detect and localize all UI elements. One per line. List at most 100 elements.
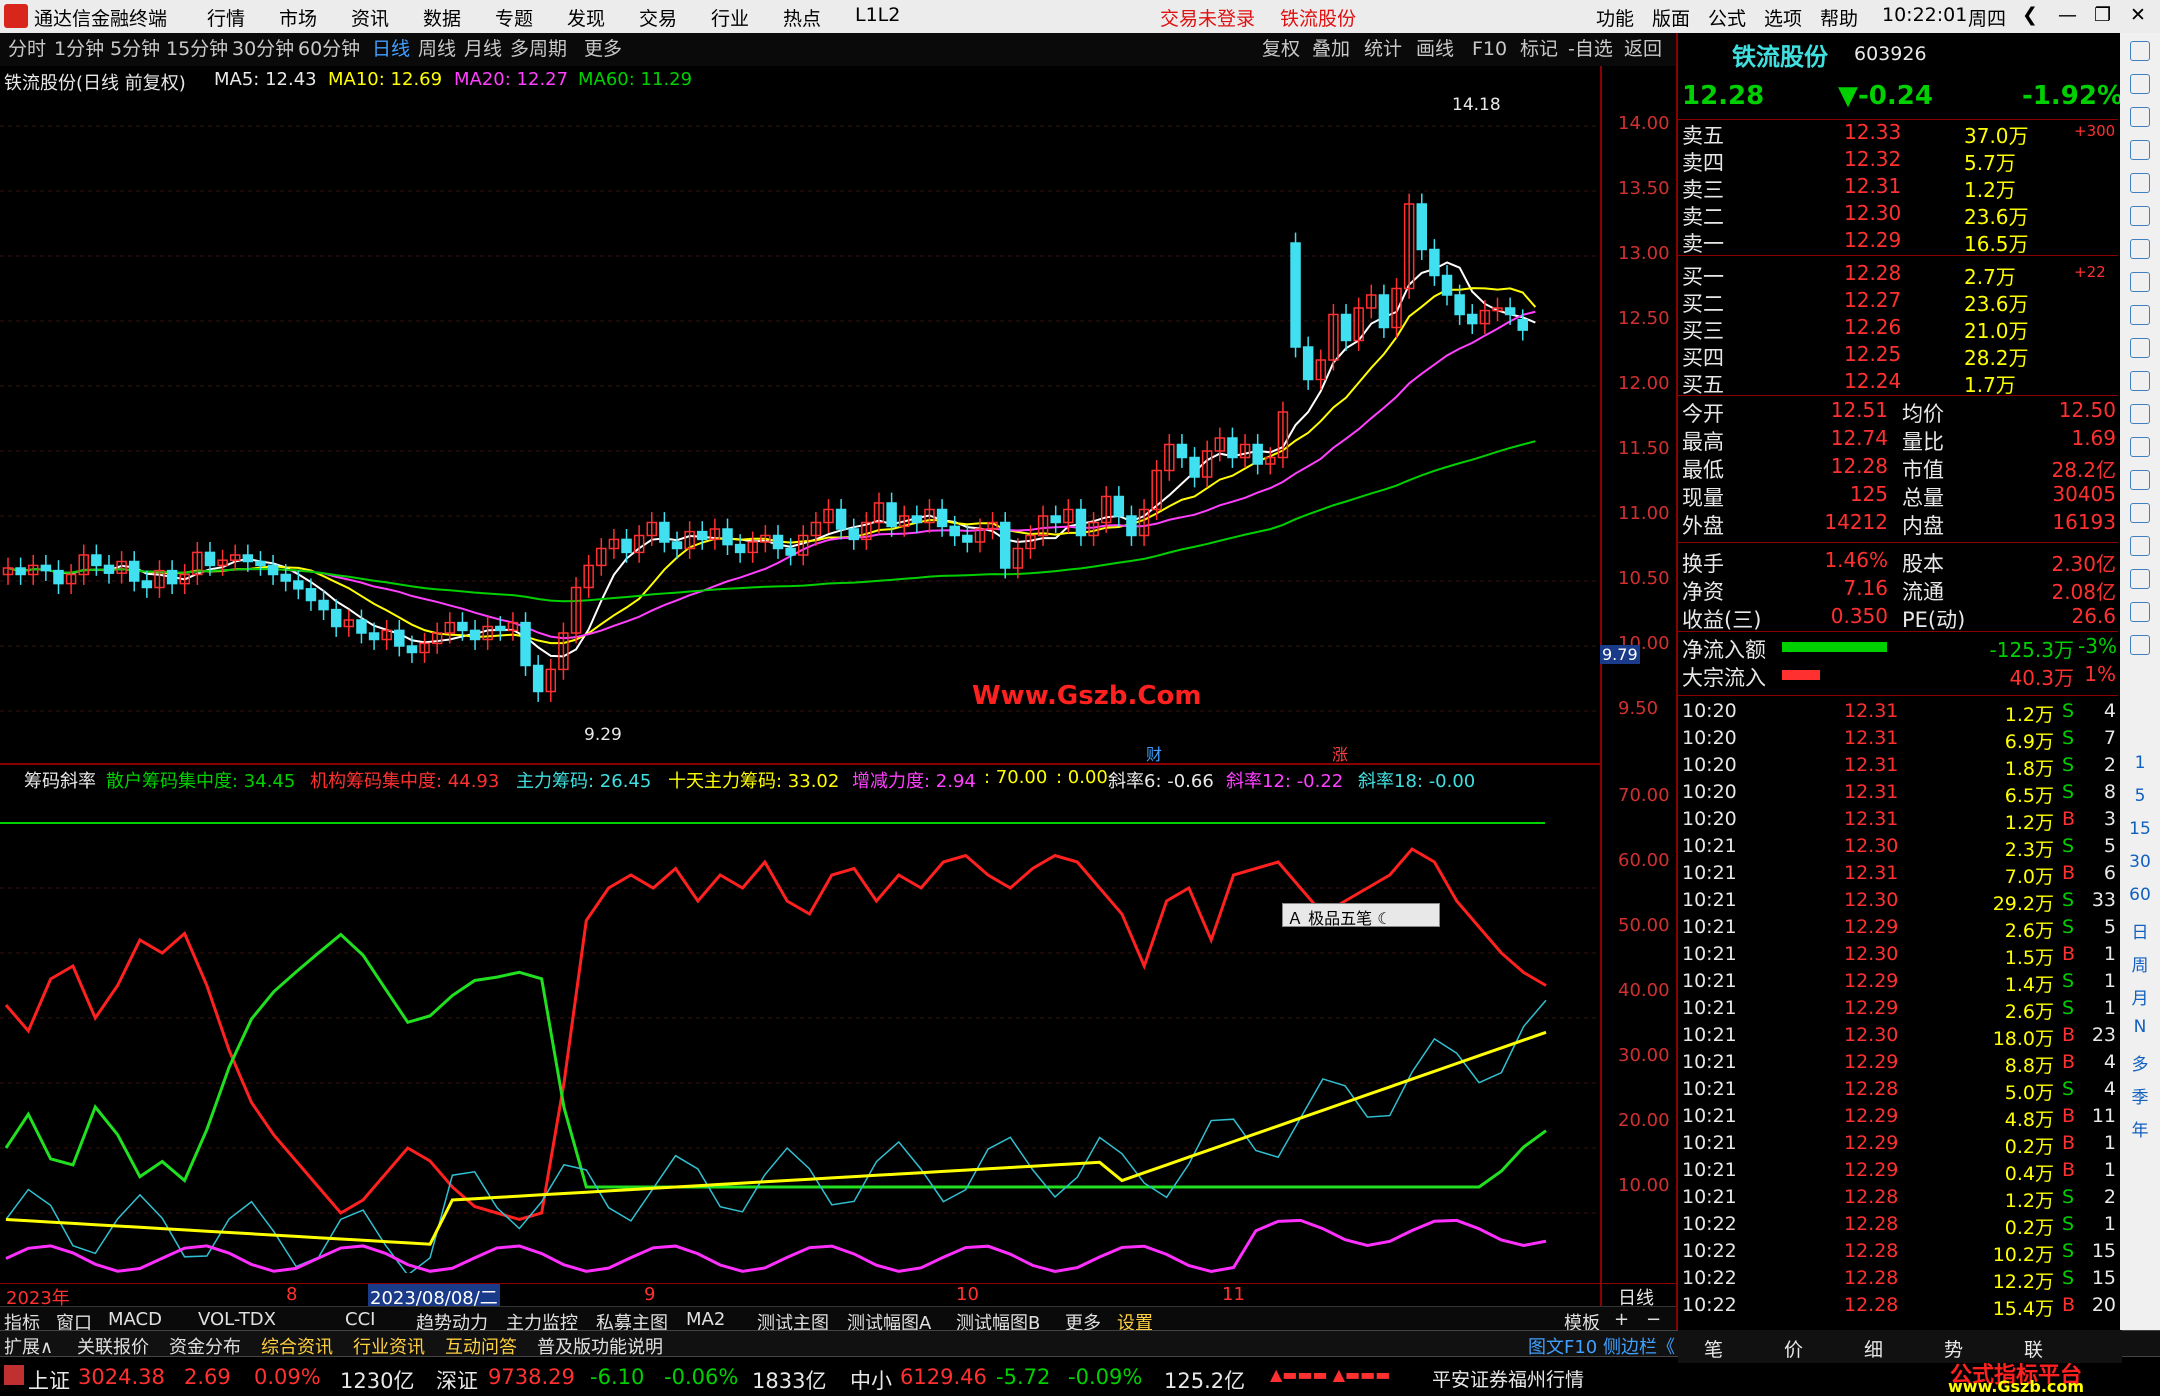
side-period-button[interactable]: 60 — [2120, 885, 2160, 905]
tool-tongji[interactable]: 统计 — [1364, 33, 1402, 66]
menu-redian[interactable]: 热点 — [783, 4, 821, 31]
quote-tab[interactable]: 价 — [1784, 1335, 1803, 1362]
indicator-tab[interactable]: MACD — [108, 1309, 162, 1330]
book-price[interactable]: 12.29 — [1844, 228, 1901, 252]
tool-huaxian[interactable]: 画线 — [1416, 33, 1454, 66]
rsi-icon[interactable] — [2130, 503, 2150, 523]
period-multi[interactable]: 多周期 — [510, 33, 567, 66]
quote-tab[interactable]: 细 — [1864, 1335, 1883, 1362]
period-1min[interactable]: 1分钟 — [54, 33, 104, 66]
book-icon[interactable] — [2130, 635, 2150, 655]
book-price[interactable]: 12.25 — [1844, 342, 1901, 366]
book-price[interactable]: 12.27 — [1844, 288, 1901, 312]
menu-banmian[interactable]: 版面 — [1652, 4, 1690, 31]
book-price[interactable]: 12.30 — [1844, 201, 1901, 225]
stock-link[interactable]: 铁流股份 — [1280, 4, 1356, 31]
book-price[interactable]: 12.32 — [1844, 147, 1901, 171]
tool-fanhui[interactable]: 返回 — [1624, 33, 1662, 66]
tool-fuquan[interactable]: 复权 — [1262, 33, 1300, 66]
side-period-button[interactable]: 多 — [2120, 1050, 2160, 1075]
menu-xuanxiang[interactable]: 选项 — [1764, 4, 1802, 31]
move-icon[interactable] — [2130, 569, 2150, 589]
menu-jiaoyi[interactable]: 交易 — [639, 4, 677, 31]
side-period-button[interactable]: 年 — [2120, 1116, 2160, 1141]
period-monthly[interactable]: 月线 — [464, 33, 502, 66]
bar-icon[interactable] — [2130, 239, 2150, 259]
period-fenshi[interactable]: 分时 — [8, 33, 46, 66]
indicator-chart[interactable] — [0, 793, 1600, 1273]
quote-tab[interactable]: 笔 — [1704, 1335, 1723, 1362]
circle-icon[interactable] — [2130, 437, 2150, 457]
ime-popup[interactable]: Ａ 极品五笔 ☾ — [1282, 903, 1440, 928]
book-price[interactable]: 12.26 — [1844, 315, 1901, 339]
book-price[interactable]: 12.24 — [1844, 369, 1901, 393]
tool-zixuan[interactable]: -自选 — [1568, 33, 1613, 66]
menu-l1l2[interactable]: L1L2 — [855, 4, 900, 26]
book-price[interactable]: 12.33 — [1844, 120, 1901, 144]
book-price[interactable]: 12.31 — [1844, 174, 1901, 198]
indicator-tab[interactable]: MA2 — [686, 1309, 725, 1330]
indicator-tab[interactable]: CCI — [345, 1309, 375, 1330]
doc-icon[interactable] — [2130, 338, 2150, 358]
back-arrow-icon[interactable]: ❮ — [2022, 4, 2038, 26]
tool-biaoji[interactable]: 标记 — [1520, 33, 1558, 66]
f2-icon[interactable] — [2130, 371, 2150, 391]
menu-bangzhu[interactable]: 帮助 — [1820, 4, 1858, 31]
f10-icon[interactable] — [2130, 305, 2150, 325]
home-icon[interactable] — [2130, 107, 2150, 127]
menu-gongshi[interactable]: 公式 — [1708, 4, 1746, 31]
hist-icon[interactable] — [2130, 140, 2150, 160]
tool-f10[interactable]: F10 — [1472, 33, 1507, 66]
quote-tab[interactable]: 联 — [2024, 1335, 2043, 1362]
side-period-button[interactable]: 日 — [2120, 918, 2160, 943]
side-period-button[interactable]: 30 — [2120, 852, 2160, 872]
period-more[interactable]: 更多 — [584, 33, 622, 66]
menu-hangye[interactable]: 行业 — [711, 4, 749, 31]
book-price[interactable]: 12.28 — [1844, 261, 1901, 285]
tool-diejia[interactable]: 叠加 — [1312, 33, 1350, 66]
pin-icon[interactable] — [2130, 41, 2150, 61]
login-status[interactable]: 交易未登录 — [1160, 4, 1255, 31]
dollar-icon[interactable] — [2130, 536, 2150, 556]
menu-shichang[interactable]: 市场 — [279, 4, 317, 31]
side-period-button[interactable]: 季 — [2120, 1083, 2160, 1108]
menu-zixun[interactable]: 资讯 — [351, 4, 389, 31]
side-period-button[interactable]: 月 — [2120, 984, 2160, 1009]
quote-tab[interactable]: 势 — [1944, 1335, 1963, 1362]
menu-faxian[interactable]: 发现 — [567, 4, 605, 31]
close-icon[interactable]: ✕ — [2130, 4, 2146, 26]
indicator-name[interactable]: 筹码斜率 — [24, 767, 96, 793]
side-period-button[interactable]: N — [2120, 1017, 2160, 1037]
period-5min[interactable]: 5分钟 — [110, 33, 160, 66]
sz-label[interactable]: 深证 — [436, 1365, 478, 1395]
menu-zhuanti[interactable]: 专题 — [495, 4, 533, 31]
period-weekly[interactable]: 周线 — [418, 33, 456, 66]
side-period-button[interactable]: 15 — [2120, 819, 2160, 839]
menu-hangqing[interactable]: 行情 — [207, 4, 245, 31]
restore-icon[interactable]: ❐ — [2094, 4, 2111, 26]
menu-gongneng[interactable]: 功能 — [1596, 4, 1634, 31]
chart-icon[interactable] — [2130, 206, 2150, 226]
menu-shuju[interactable]: 数据 — [423, 4, 461, 31]
minimize-icon[interactable]: — — [2058, 4, 2077, 26]
tick-list[interactable]: 10:20 12.31 1.2万 S 4 10:20 12.31 6.9万 S 7 10:20 12.… — [1678, 695, 2118, 1320]
f3-icon[interactable] — [2130, 404, 2150, 424]
table-icon[interactable] — [2130, 173, 2150, 193]
add-icon[interactable]: + — [1614, 1309, 1629, 1330]
chart-area[interactable]: 分时 1分钟 5分钟 15分钟 30分钟 60分钟 日线 周线 月线 多周期 更… — [0, 33, 1676, 1334]
period-15min[interactable]: 15分钟 — [166, 33, 228, 66]
zx-label[interactable]: 中小 — [850, 1365, 892, 1395]
period-60min[interactable]: 60分钟 — [298, 33, 360, 66]
candlestick-chart[interactable] — [0, 66, 1600, 796]
sh-label[interactable]: 上证 — [28, 1365, 70, 1395]
list-icon[interactable] — [2130, 272, 2150, 292]
side-period-button[interactable]: 5 — [2120, 786, 2160, 806]
side-period-button[interactable]: 1 — [2120, 753, 2160, 773]
up-icon[interactable] — [2130, 74, 2150, 94]
minus-icon[interactable]: − — [1646, 1309, 1661, 1330]
line-icon[interactable] — [2130, 470, 2150, 490]
side-period-button[interactable]: 周 — [2120, 951, 2160, 976]
indicator-tab[interactable]: VOL-TDX — [198, 1309, 276, 1330]
period-30min[interactable]: 30分钟 — [232, 33, 294, 66]
pencil-icon[interactable] — [2130, 602, 2150, 622]
